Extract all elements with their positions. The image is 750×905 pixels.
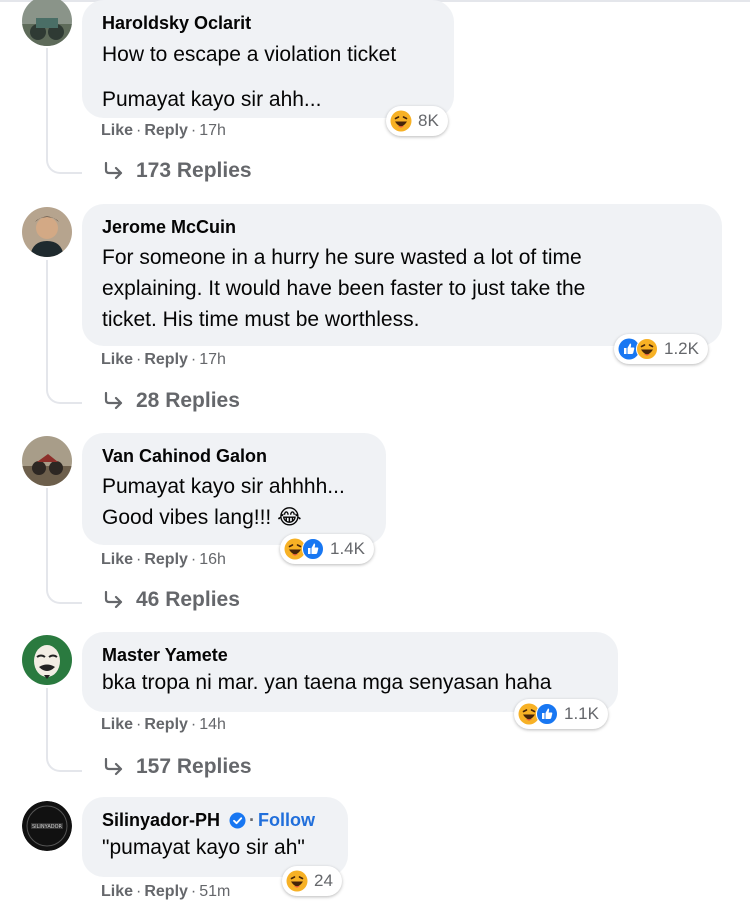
reply-arrow-icon xyxy=(104,591,123,609)
reply-button[interactable]: Reply xyxy=(144,122,188,139)
separator-dot: · xyxy=(136,351,142,368)
avatar[interactable] xyxy=(22,635,72,685)
thread-line xyxy=(46,260,48,388)
follow-button[interactable]: Follow xyxy=(258,810,315,830)
like-button[interactable]: Like xyxy=(101,551,133,568)
haha-icon xyxy=(636,338,658,360)
separator-dot: · xyxy=(190,351,197,368)
replies-count: 46 Replies xyxy=(136,588,240,611)
avatar[interactable] xyxy=(22,0,72,46)
reply-button[interactable]: Reply xyxy=(144,883,188,900)
comment-text: explaining. It would have been faster to… xyxy=(102,277,586,300)
comment-actions: Like · Reply · 16h xyxy=(101,551,226,569)
comment-author-row: Silinyador-PH · Follow xyxy=(102,808,328,832)
reply-button[interactable]: Reply xyxy=(144,551,188,568)
separator-dot: · xyxy=(136,883,142,900)
avatar[interactable] xyxy=(22,207,72,257)
reaction-summary[interactable]: 1.4K xyxy=(280,534,374,564)
replies-count: 157 Replies xyxy=(136,755,252,778)
comment-text: For someone in a hurry he sure wasted a … xyxy=(102,246,582,269)
view-replies-link[interactable]: 46 Replies xyxy=(104,588,240,612)
comment-actions: Like · Reply · 14h xyxy=(101,716,226,734)
view-replies-link[interactable]: 157 Replies xyxy=(104,755,252,779)
reaction-count: 8K xyxy=(418,111,439,130)
reply-connector xyxy=(46,740,82,772)
reaction-summary[interactable]: 24 xyxy=(282,866,342,896)
separator-dot: · xyxy=(190,883,197,900)
comment-actions: Like · Reply · 51m xyxy=(101,883,230,901)
comment-bubble: Van Cahinod Galon Pumayat kayo sir ahhhh… xyxy=(82,433,386,545)
svg-text:SILINYADOR: SILINYADOR xyxy=(32,824,63,830)
reply-connector xyxy=(46,372,82,404)
like-button[interactable]: Like xyxy=(101,351,133,368)
like-icon xyxy=(536,703,558,725)
comment-timestamp[interactable]: 17h xyxy=(199,122,226,139)
reaction-count: 1.4K xyxy=(330,539,365,558)
reaction-summary[interactable]: 1.1K xyxy=(514,699,608,729)
like-icon xyxy=(302,538,324,560)
comment-bubble: Haroldsky Oclarit How to escape a violat… xyxy=(82,0,454,118)
comment-text: Good vibes lang!!! 😂 xyxy=(102,506,302,529)
reply-arrow-icon xyxy=(104,758,123,776)
haha-icon xyxy=(286,870,308,892)
reply-button[interactable]: Reply xyxy=(144,716,188,733)
replies-count: 173 Replies xyxy=(136,159,252,182)
comment-author[interactable]: Haroldsky Oclarit xyxy=(102,11,434,35)
view-replies-link[interactable]: 173 Replies xyxy=(104,159,252,183)
reaction-count: 1.1K xyxy=(564,704,599,723)
reaction-count: 1.2K xyxy=(664,339,699,358)
comment-timestamp[interactable]: 14h xyxy=(199,716,226,733)
like-button[interactable]: Like xyxy=(101,122,133,139)
separator-dot: · xyxy=(190,551,197,568)
comment-actions: Like · Reply · 17h xyxy=(101,122,226,140)
comment-text: "pumayat kayo sir ah" xyxy=(102,836,305,859)
comment-actions: Like · Reply · 17h xyxy=(101,351,226,369)
comment-author[interactable]: Silinyador-PH xyxy=(102,810,220,830)
reaction-summary[interactable]: 1.2K xyxy=(614,334,708,364)
comment-timestamp[interactable]: 16h xyxy=(199,551,226,568)
comment-timestamp[interactable]: 51m xyxy=(199,883,230,900)
replies-count: 28 Replies xyxy=(136,389,240,412)
comment-timestamp[interactable]: 17h xyxy=(199,351,226,368)
separator-dot: · xyxy=(249,810,256,830)
reply-connector xyxy=(46,142,82,174)
separator-dot: · xyxy=(136,551,142,568)
comment-author[interactable]: Jerome McCuin xyxy=(102,215,702,239)
reply-arrow-icon xyxy=(104,162,123,180)
haha-icon xyxy=(390,110,412,132)
separator-dot: · xyxy=(136,122,142,139)
comment-text: bka tropa ni mar. yan taena mga senyasan… xyxy=(102,671,552,694)
reaction-summary[interactable]: 8K xyxy=(386,106,448,136)
like-button[interactable]: Like xyxy=(101,883,133,900)
reaction-count: 24 xyxy=(314,871,333,890)
avatar[interactable] xyxy=(22,436,72,486)
reply-arrow-icon xyxy=(104,392,123,410)
comment-author[interactable]: Master Yamete xyxy=(102,643,598,667)
verified-badge-icon xyxy=(229,812,246,829)
comment-bubble: Jerome McCuin For someone in a hurry he … xyxy=(82,204,722,346)
view-replies-link[interactable]: 28 Replies xyxy=(104,389,240,413)
reply-connector xyxy=(46,572,82,604)
reply-button[interactable]: Reply xyxy=(144,351,188,368)
separator-dot: · xyxy=(136,716,142,733)
comment-author[interactable]: Van Cahinod Galon xyxy=(102,444,366,468)
comment-text: How to escape a violation ticket xyxy=(102,43,397,66)
comment-bubble: Silinyador-PH · Follow "pumayat kayo sir … xyxy=(82,797,348,877)
avatar[interactable]: SILINYADOR xyxy=(22,801,72,851)
separator-dot: · xyxy=(190,716,197,733)
comment-text: ticket. His time must be worthless. xyxy=(102,308,420,331)
comment-text: Pumayat kayo sir ahhhh... xyxy=(102,475,345,498)
like-button[interactable]: Like xyxy=(101,716,133,733)
comment-text: Pumayat kayo sir ahh... xyxy=(102,88,322,111)
separator-dot: · xyxy=(190,122,197,139)
